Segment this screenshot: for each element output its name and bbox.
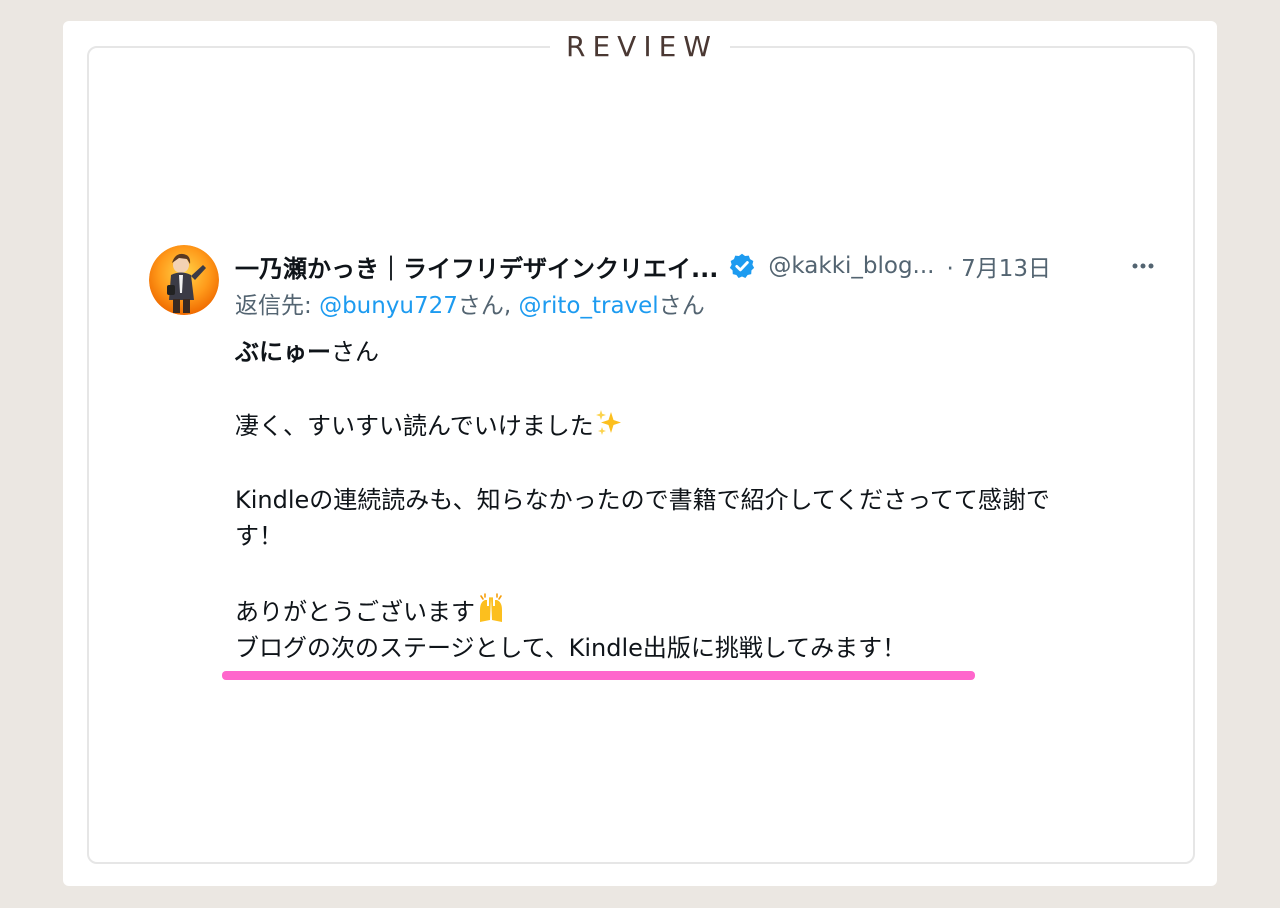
reply-suffix: さん — [658, 293, 705, 319]
review-heading-text: REVIEW — [550, 30, 730, 63]
author-handle[interactable]: @kakki_blog... — [768, 253, 934, 279]
greeting-suffix: さん — [331, 338, 379, 366]
verified-badge-icon — [728, 252, 756, 280]
tweet-text-line: Kindleの連続読みも、知らなかったので書籍で紹介してくださってて感謝で — [235, 486, 1050, 514]
more-horizontal-icon[interactable] — [1129, 252, 1157, 280]
tweet-text: 凄く、すいすい読んでいけました — [235, 412, 594, 440]
avatar-illustration-icon — [149, 245, 219, 315]
raising-hands-icon — [475, 592, 507, 634]
highlight-underline — [222, 671, 975, 680]
mention-link[interactable]: @bunyu727 — [319, 293, 458, 319]
reply-to-line: 返信先: @bunyu727さん, @rito_travelさん — [235, 289, 705, 323]
reply-suffix: さん, — [457, 293, 519, 319]
tweet-text: ありがとうございます — [235, 598, 475, 626]
sparkles-icon — [594, 408, 624, 448]
tweet-greeting: ぶにゅーさん — [235, 334, 379, 370]
reply-prefix: 返信先: — [235, 293, 320, 319]
tweet-screenshot-frame — [87, 46, 1195, 864]
tweet-text-line: ありがとうございます — [235, 592, 507, 634]
greeting-name: ぶにゅー — [235, 338, 331, 366]
review-heading: REVIEW — [0, 28, 1280, 66]
mention-link[interactable]: @rito_travel — [519, 293, 659, 319]
author-display-name[interactable]: 一乃瀬かっき｜ライフリデザインクリエイ... — [235, 249, 718, 284]
tweet-text-line: ブログの次のステージとして、Kindle出版に挑戦してみます！ — [235, 634, 907, 662]
tweet-text-line: す！ — [235, 522, 283, 550]
tweet-text-line: 凄く、すいすい読んでいけました — [235, 408, 624, 448]
avatar[interactable] — [149, 245, 219, 315]
tweet-date[interactable]: · 7月13日 — [947, 249, 1052, 283]
tweet-header: 一乃瀬かっき｜ライフリデザインクリエイ... @kakki_blog... · … — [235, 248, 1165, 284]
